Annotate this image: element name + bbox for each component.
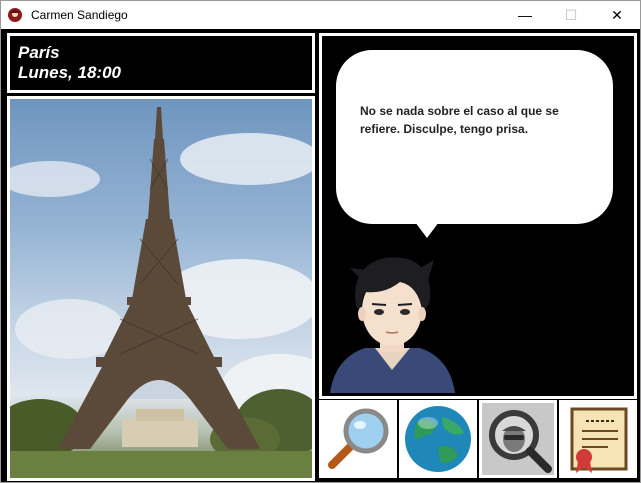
- travel-button[interactable]: [399, 400, 477, 478]
- app-icon: [7, 7, 23, 23]
- dialog-panel: No se nada sobre el caso al que se refie…: [319, 33, 637, 399]
- certificate-icon: [562, 403, 634, 475]
- app-window: Carmen Sandiego — ☐ ✕ París Lunes, 18:00: [0, 0, 641, 483]
- eiffel-tower-icon: [10, 107, 312, 478]
- magnifier-icon: [322, 403, 394, 475]
- warrant-button[interactable]: [559, 400, 637, 478]
- witness-avatar: [330, 257, 455, 393]
- date-time: Lunes, 18:00: [18, 63, 121, 82]
- speech-bubble-tail: [415, 222, 439, 238]
- game-area: París Lunes, 18:00 No se nada sobre el c…: [1, 29, 640, 482]
- globe-icon: [402, 403, 474, 475]
- window-title: Carmen Sandiego: [31, 8, 128, 22]
- investigate-button[interactable]: [319, 400, 397, 478]
- minimize-button[interactable]: —: [502, 1, 548, 29]
- close-button[interactable]: ✕: [594, 1, 640, 29]
- speech-bubble: No se nada sobre el caso al que se refie…: [336, 50, 613, 224]
- dialog-message: No se nada sobre el caso al que se refie…: [360, 104, 559, 136]
- city-name: París: [18, 43, 60, 62]
- location-panel: París Lunes, 18:00: [7, 33, 315, 93]
- city-photo: [7, 96, 315, 481]
- title-bar[interactable]: Carmen Sandiego — ☐ ✕: [1, 1, 640, 29]
- suspect-search-icon: [482, 403, 554, 475]
- window-controls: — ☐ ✕: [502, 1, 640, 29]
- suspects-button[interactable]: [479, 400, 557, 478]
- maximize-button[interactable]: ☐: [548, 1, 594, 29]
